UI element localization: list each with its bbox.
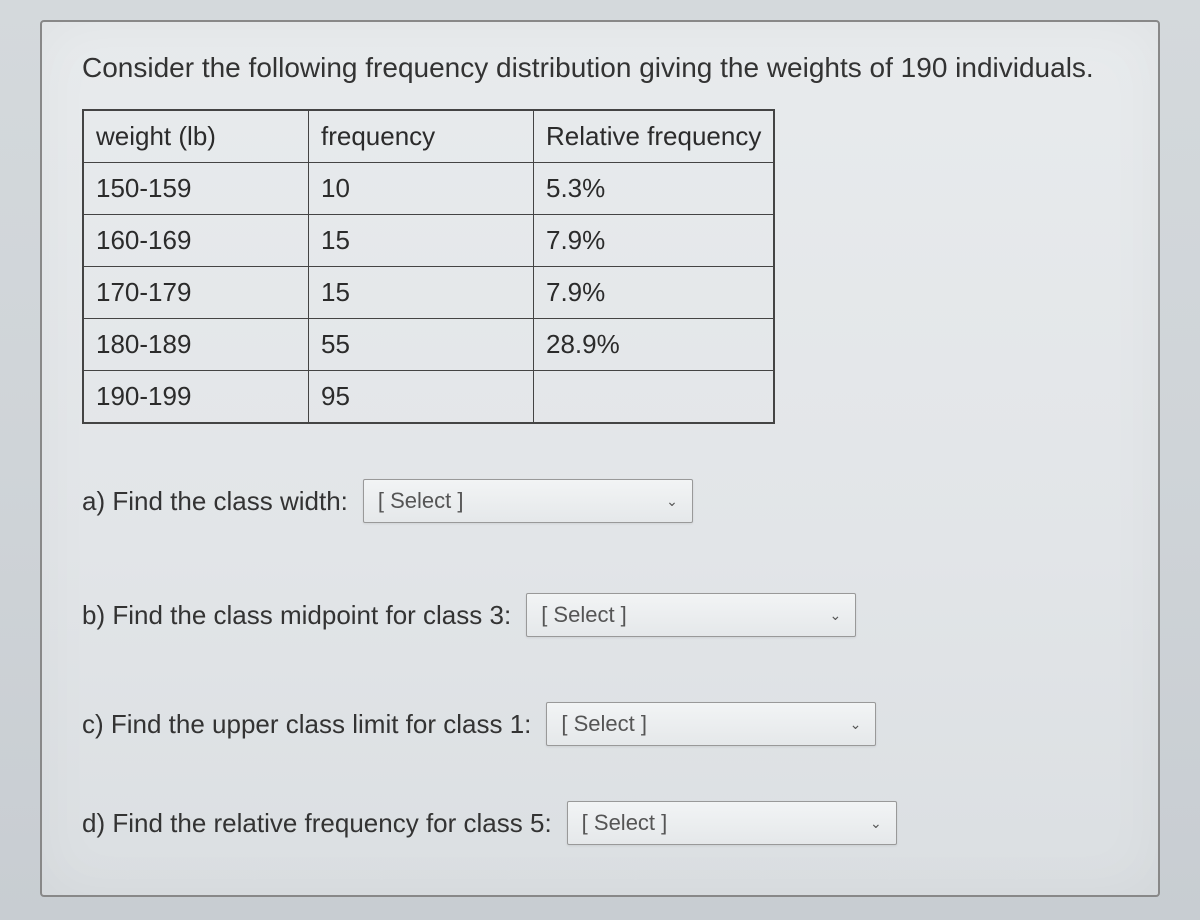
- question-panel: Consider the following frequency distrib…: [40, 20, 1160, 897]
- table-header-row: weight (lb) frequency Relative frequency: [83, 110, 774, 163]
- chevron-down-icon: ⌄: [870, 815, 882, 832]
- select-placeholder: [ Select ]: [541, 602, 627, 628]
- question-b-label: b) Find the class midpoint for class 3:: [82, 600, 511, 631]
- cell-frequency: 10: [309, 163, 534, 215]
- question-d-row: d) Find the relative frequency for class…: [82, 801, 1118, 845]
- cell-weight: 180-189: [83, 319, 309, 371]
- question-b-row: b) Find the class midpoint for class 3: …: [82, 593, 1118, 637]
- cell-relfreq: [534, 371, 775, 424]
- cell-relfreq: 28.9%: [534, 319, 775, 371]
- table-row: 160-169 15 7.9%: [83, 215, 774, 267]
- select-placeholder: [ Select ]: [582, 810, 668, 836]
- cell-weight: 190-199: [83, 371, 309, 424]
- cell-relfreq: 5.3%: [534, 163, 775, 215]
- select-b[interactable]: [ Select ] ⌄: [526, 593, 856, 637]
- table-row: 180-189 55 28.9%: [83, 319, 774, 371]
- chevron-down-icon: ⌄: [666, 493, 678, 510]
- question-c-label: c) Find the upper class limit for class …: [82, 709, 531, 740]
- table-row: 150-159 10 5.3%: [83, 163, 774, 215]
- select-d[interactable]: [ Select ] ⌄: [567, 801, 897, 845]
- frequency-table: weight (lb) frequency Relative frequency…: [82, 109, 775, 424]
- table-row: 170-179 15 7.9%: [83, 267, 774, 319]
- question-a-row: a) Find the class width: [ Select ] ⌄: [82, 479, 1118, 523]
- cell-relfreq: 7.9%: [534, 267, 775, 319]
- cell-frequency: 95: [309, 371, 534, 424]
- header-relfreq: Relative frequency: [534, 110, 775, 163]
- table-row: 190-199 95: [83, 371, 774, 424]
- cell-frequency: 15: [309, 215, 534, 267]
- cell-weight: 160-169: [83, 215, 309, 267]
- question-c-row: c) Find the upper class limit for class …: [82, 702, 1118, 746]
- cell-frequency: 55: [309, 319, 534, 371]
- question-a-label: a) Find the class width:: [82, 486, 348, 517]
- cell-relfreq: 7.9%: [534, 215, 775, 267]
- select-c[interactable]: [ Select ] ⌄: [546, 702, 876, 746]
- header-frequency: frequency: [309, 110, 534, 163]
- select-placeholder: [ Select ]: [561, 711, 647, 737]
- cell-weight: 150-159: [83, 163, 309, 215]
- cell-frequency: 15: [309, 267, 534, 319]
- select-placeholder: [ Select ]: [378, 488, 464, 514]
- cell-weight: 170-179: [83, 267, 309, 319]
- intro-text: Consider the following frequency distrib…: [82, 52, 1118, 84]
- chevron-down-icon: ⌄: [829, 607, 841, 624]
- question-d-label: d) Find the relative frequency for class…: [82, 808, 552, 839]
- select-a[interactable]: [ Select ] ⌄: [363, 479, 693, 523]
- header-weight: weight (lb): [83, 110, 309, 163]
- chevron-down-icon: ⌄: [850, 716, 862, 733]
